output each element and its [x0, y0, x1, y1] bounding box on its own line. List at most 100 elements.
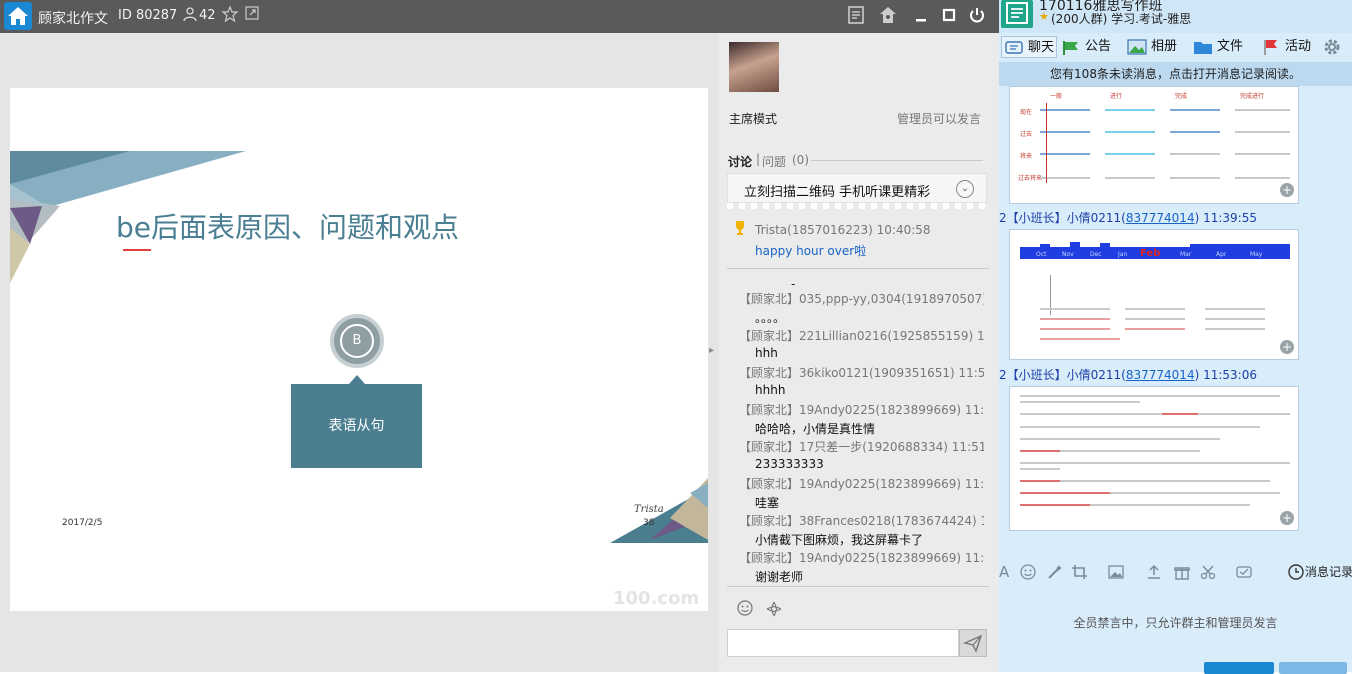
unread-notice[interactable]: 您有108条未读消息，点击打开消息记录阅读。: [999, 62, 1352, 86]
step-circle: B: [330, 314, 384, 368]
group-logo-icon: [1001, 0, 1033, 28]
tab-announcement-label: 公告: [1085, 39, 1112, 54]
user-icon: [182, 6, 198, 22]
month-label: Nov: [1062, 251, 1074, 258]
group-message-list[interactable]: 一般 进行 完成 完成进行 现在 过去 将来 过去将来 + 2【小班长】小倩02…: [999, 86, 1352, 558]
note-icon[interactable]: [845, 4, 867, 26]
month-label: Feb: [1140, 248, 1161, 259]
message-meta: 【顾家北】19Andy0225(1823899669) 11:5: [739, 403, 984, 417]
home-icon[interactable]: [4, 2, 32, 30]
qq-group-window: 170116雅思写作班 ★ (200人群) 学习.考试-雅思 聊天 公告 相册 …: [999, 0, 1352, 674]
message-body: 233333333: [755, 457, 824, 471]
collapse-arrow-icon[interactable]: ▸: [709, 345, 717, 361]
gift-icon[interactable]: [1173, 563, 1191, 581]
img-label: 进行: [1110, 93, 1123, 100]
tab-announcement[interactable]: 公告: [1061, 36, 1111, 58]
magic-wand-icon[interactable]: [1046, 563, 1064, 581]
upload-icon[interactable]: [1145, 563, 1163, 581]
qr-banner[interactable]: 立刻扫描二维码 手机听课更精彩 ⌄: [727, 173, 987, 203]
message-body: hhhh: [755, 383, 786, 397]
group-header: 170116雅思写作班 ★ (200人群) 学习.考试-雅思: [999, 0, 1352, 33]
zoom-plus-icon[interactable]: +: [1280, 511, 1294, 525]
chat-input[interactable]: [727, 629, 959, 657]
input-divider: [727, 586, 989, 587]
trophy-icon: [733, 220, 747, 236]
flag-icon: [1261, 38, 1281, 56]
tab-album[interactable]: 相册: [1127, 36, 1177, 58]
skin-icon[interactable]: [877, 4, 899, 26]
emoji-icon[interactable]: [737, 600, 755, 618]
share-icon[interactable]: [244, 5, 260, 21]
questions-count: (0): [792, 153, 809, 167]
month-label: Jan: [1118, 251, 1128, 258]
teacher-avatar: [729, 42, 779, 92]
img-label: 将来: [1020, 153, 1033, 160]
scroll-dash: -: [791, 277, 796, 291]
scissors-icon[interactable]: [1199, 563, 1217, 581]
more-icon[interactable]: [1235, 563, 1253, 581]
message-time: ) 11:53:06: [1194, 368, 1257, 382]
concept-box: 表语从句: [291, 384, 422, 468]
month-label: Oct: [1036, 251, 1047, 258]
close-button[interactable]: [1204, 662, 1274, 674]
zoom-plus-icon[interactable]: +: [1280, 340, 1294, 354]
message-body: 谢谢老师: [755, 570, 804, 584]
step-letter: B: [340, 324, 374, 358]
message-meta: 【顾家北】035,ppp-yy,0304(1918970507): [739, 292, 984, 306]
font-icon[interactable]: A: [999, 563, 1017, 581]
img-label: 完成进行: [1240, 93, 1265, 100]
message-meta: 【顾家北】19Andy0225(1823899669) 11:5: [739, 551, 984, 565]
pinned-meta: Trista(1857016223) 10:40:58: [755, 223, 931, 237]
group-subtitle: (200人群) 学习.考试-雅思: [1051, 12, 1192, 26]
tab-questions[interactable]: 问题: [762, 153, 786, 170]
message-body: 哇塞: [755, 496, 780, 510]
shared-image-essay[interactable]: +: [1009, 386, 1299, 531]
img-label: 完成: [1175, 93, 1188, 100]
title-bar: 顾家北作文 ID 80287 42: [0, 0, 999, 33]
chevron-down-icon[interactable]: ⌄: [956, 180, 974, 198]
message-sender: 2【小班长】小倩0211(837774014) 11:53:06: [999, 366, 1257, 383]
screenshot-icon[interactable]: [1071, 563, 1089, 581]
power-icon[interactable]: [966, 4, 988, 26]
image-icon[interactable]: [1107, 563, 1125, 581]
star-icon[interactable]: [221, 5, 239, 23]
month-label: Dec: [1090, 251, 1102, 258]
sender-qq-link[interactable]: 837774014: [1126, 211, 1195, 225]
sender-qq-link[interactable]: 837774014: [1126, 368, 1195, 382]
emoji-icon[interactable]: [1019, 563, 1037, 581]
send-button[interactable]: [959, 629, 987, 657]
message-meta: 【顾家北】19Andy0225(1823899669) 11:5: [739, 477, 984, 491]
discussion-panel: 主席模式 管理员可以发言 讨论 | 问题 (0) 立刻扫描二维码 手机听课更精彩…: [719, 33, 999, 672]
maximize-icon[interactable]: [938, 4, 960, 26]
shared-image-timeline[interactable]: Oct Nov Dec Jan Feb Mar Apr May +: [1009, 229, 1299, 360]
viewer-count: 42: [199, 8, 216, 23]
message-meta: 【顾家北】221Lillian0216(1925855159) 11: [739, 329, 984, 343]
pinned-divider: [727, 268, 989, 269]
tab-chat[interactable]: 聊天: [1001, 36, 1058, 58]
message-history-link[interactable]: 消息记录: [1305, 563, 1352, 580]
message-body: 哈哈哈，小倩是真性情: [755, 422, 876, 436]
minimize-icon[interactable]: [910, 4, 932, 26]
slide-page-number: 38: [643, 518, 655, 528]
classroom-title: 顾家北作文: [38, 11, 108, 27]
shared-image-tense-table[interactable]: 一般 进行 完成 完成进行 现在 过去 将来 过去将来 +: [1009, 86, 1299, 204]
send-icon: [962, 634, 983, 653]
settings-gear-icon[interactable]: [1322, 37, 1342, 57]
tab-chat-label: 聊天: [1028, 40, 1055, 55]
tab-discussion[interactable]: 讨论: [728, 153, 752, 170]
slide: be后面表原因、问题和观点 B 表语从句 2017/2/5 Trista 38 …: [10, 88, 708, 611]
send-button[interactable]: [1279, 662, 1347, 674]
zoom-plus-icon[interactable]: +: [1280, 183, 1294, 197]
watermark: 100.com: [613, 588, 700, 609]
box-pointer: [349, 375, 365, 384]
slide-date: 2017/2/5: [62, 518, 103, 528]
classroom-window: 顾家北作文 ID 80287 42 be后面表原因、问题和观点 B 表语从句 2…: [0, 0, 999, 672]
pinned-body: happy hour over啦: [755, 244, 867, 258]
tab-files[interactable]: 文件: [1193, 36, 1243, 58]
photo-icon: [1127, 38, 1147, 56]
tab-activity[interactable]: 活动: [1261, 36, 1311, 58]
message-body: hhh: [755, 346, 778, 360]
img-label: 过去: [1020, 131, 1033, 138]
flower-icon[interactable]: [765, 600, 783, 618]
message-body: 。。。。: [755, 311, 786, 325]
